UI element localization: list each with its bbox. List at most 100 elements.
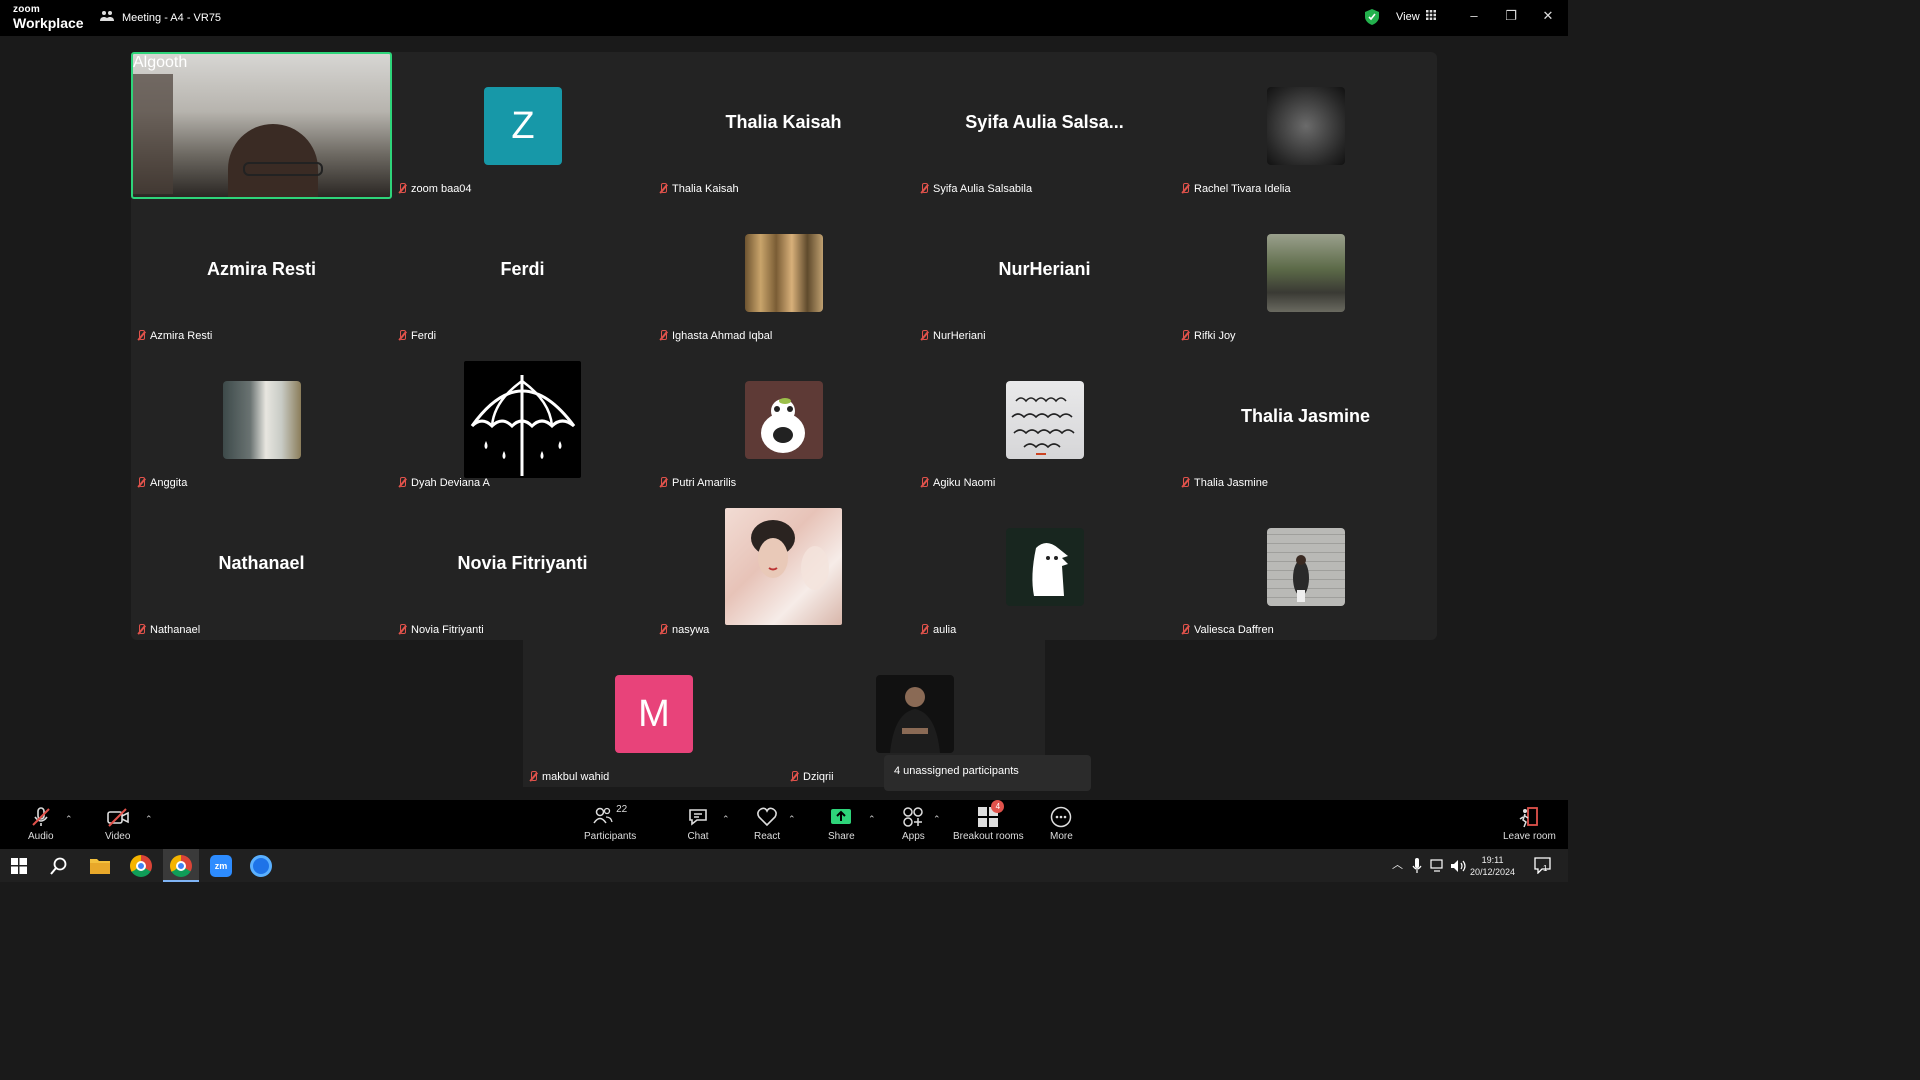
avatar (1267, 528, 1345, 606)
tray-chevron-icon[interactable]: ︿ (1392, 858, 1403, 872)
participant-tile[interactable]: nasywa (653, 493, 914, 640)
breakout-badge: 4 (991, 800, 1005, 813)
audio-options-chevron-icon[interactable]: ⌃ (65, 814, 73, 825)
close-button[interactable]: ✕ (1538, 8, 1558, 26)
mic-muted-icon (658, 330, 668, 342)
mic-muted-icon (658, 624, 668, 636)
participant-tile[interactable]: Rifki Joy (1175, 199, 1436, 346)
more-icon (1050, 806, 1073, 828)
clock-time: 19:11 (1481, 855, 1504, 865)
minimize-button[interactable]: – (1464, 8, 1484, 26)
participant-name: Valiesca Daffren (1194, 624, 1274, 636)
react-button[interactable]: React (754, 806, 780, 842)
meeting-title[interactable]: Meeting - A4 - VR75 (100, 10, 221, 25)
participant-name: makbul wahid (542, 771, 610, 783)
video-button[interactable]: Video (105, 806, 130, 842)
view-button[interactable]: View (1396, 10, 1436, 23)
mic-muted-icon (397, 477, 407, 489)
file-explorer-icon[interactable] (90, 857, 110, 879)
breakout-rooms-icon: 4 (977, 800, 1005, 828)
more-button[interactable]: More (1050, 806, 1073, 842)
active-speaker-video[interactable]: Algooth (131, 52, 392, 199)
participant-tile[interactable]: Thalia Kaisah Thalia Kaisah (653, 52, 914, 199)
participant-tile[interactable]: aulia (914, 493, 1175, 640)
mic-muted-icon (658, 477, 668, 489)
react-options-chevron-icon[interactable]: ⌃ (788, 814, 796, 825)
chat-button[interactable]: Chat (687, 806, 709, 842)
apps-icon (902, 806, 925, 828)
participant-tile[interactable]: Putri Amarilis (653, 346, 914, 493)
participant-tile[interactable]: Anggita (131, 346, 392, 493)
people-icon (100, 10, 114, 25)
mic-muted-icon (136, 330, 146, 342)
participants-button[interactable]: 22 Participants (584, 804, 636, 842)
participant-tile[interactable]: Dyah Deviana A (392, 346, 653, 493)
avatar: Z (484, 87, 562, 165)
participant-name: Rachel Tivara Idelia (1194, 183, 1291, 195)
mic-muted-icon (397, 330, 407, 342)
restore-button[interactable]: ❐ (1501, 8, 1521, 26)
participant-name: Dyah Deviana A (411, 477, 490, 489)
microphone-icon[interactable] (1412, 858, 1422, 879)
participant-name: Rifki Joy (1194, 330, 1236, 342)
notification-icon[interactable]: 1 (1534, 857, 1552, 879)
share-options-chevron-icon[interactable]: ⌃ (868, 814, 876, 825)
apps-button[interactable]: Apps (902, 806, 925, 842)
participant-tile[interactable]: Valiesca Daffren (1175, 493, 1436, 640)
participant-tile[interactable]: Agiku Naomi (914, 346, 1175, 493)
participant-tile[interactable]: Z zoom baa04 (392, 52, 653, 199)
participant-tile[interactable]: Thalia Jasmine Thalia Jasmine (1175, 346, 1436, 493)
search-icon[interactable] (50, 857, 68, 880)
audio-button[interactable]: Audio (28, 806, 54, 842)
avatar (1006, 528, 1084, 606)
zoom-app-icon[interactable]: zm (210, 855, 232, 877)
participant-name: Nathanael (150, 624, 201, 636)
participant-name: Putri Amarilis (672, 477, 737, 489)
participant-name: Syifa Aulia Salsabila (933, 183, 1033, 195)
participant-display-name: Nathanael (218, 553, 305, 573)
participant-display-name: Thalia Jasmine (1240, 406, 1371, 426)
title-bar: zoom Workplace Meeting - A4 - VR75 View … (0, 0, 1568, 36)
apps-options-chevron-icon[interactable]: ⌃ (933, 814, 941, 825)
share-screen-icon (828, 806, 855, 828)
participant-tile[interactable]: Ighasta Ahmad Iqbal (653, 199, 914, 346)
mic-muted-icon (136, 477, 146, 489)
share-button[interactable]: Share (828, 806, 855, 842)
participant-tile[interactable]: Rachel Tivara Idelia (1175, 52, 1436, 199)
zoom-logo: zoom Workplace (13, 4, 84, 31)
system-clock[interactable]: 19:11 20/12/2024 (1470, 855, 1515, 878)
breakout-rooms-button[interactable]: 4 Breakout rooms (953, 800, 1024, 842)
encryption-shield-icon[interactable] (1365, 9, 1379, 30)
participant-tile[interactable]: Syifa Aulia Salsa... Syifa Aulia Salsabi… (914, 52, 1175, 199)
leave-room-button[interactable]: Leave room (1503, 806, 1556, 842)
avatar (876, 675, 954, 753)
participant-tile[interactable]: NurHeriani NurHeriani (914, 199, 1175, 346)
chrome-icon[interactable] (130, 855, 152, 877)
chrome-active-taskbar-item[interactable] (163, 849, 199, 882)
participant-display-name: Novia Fitriyanti (457, 553, 588, 573)
browser-app-icon[interactable] (250, 855, 272, 877)
participant-tile[interactable]: Ferdi Ferdi (392, 199, 653, 346)
chat-options-chevron-icon[interactable]: ⌃ (722, 814, 730, 825)
participant-tile[interactable]: M makbul wahid (523, 640, 784, 787)
windows-start-icon[interactable] (11, 858, 27, 879)
umbrella-avatar (464, 361, 581, 478)
mic-muted-icon (919, 183, 929, 195)
participant-name: Agiku Naomi (933, 477, 996, 489)
leave-door-icon (1503, 806, 1556, 828)
volume-icon[interactable] (1450, 858, 1466, 879)
mic-muted-icon (1180, 477, 1190, 489)
mic-muted-icon (919, 330, 929, 342)
participant-tile[interactable]: Nathanael Nathanael (131, 493, 392, 640)
participant-tile[interactable]: Novia Fitriyanti Novia Fitriyanti (392, 493, 653, 640)
avatar (745, 381, 823, 459)
network-icon[interactable] (1430, 859, 1446, 878)
participant-tile[interactable]: Azmira Resti Azmira Resti (131, 199, 392, 346)
mic-muted-icon (1180, 330, 1190, 342)
video-options-chevron-icon[interactable]: ⌃ (145, 814, 153, 825)
mic-muted-icon (658, 183, 668, 195)
mic-muted-icon (397, 624, 407, 636)
avatar (725, 508, 842, 625)
mic-muted-icon (1180, 183, 1190, 195)
participant-display-name: Ferdi (500, 259, 545, 279)
